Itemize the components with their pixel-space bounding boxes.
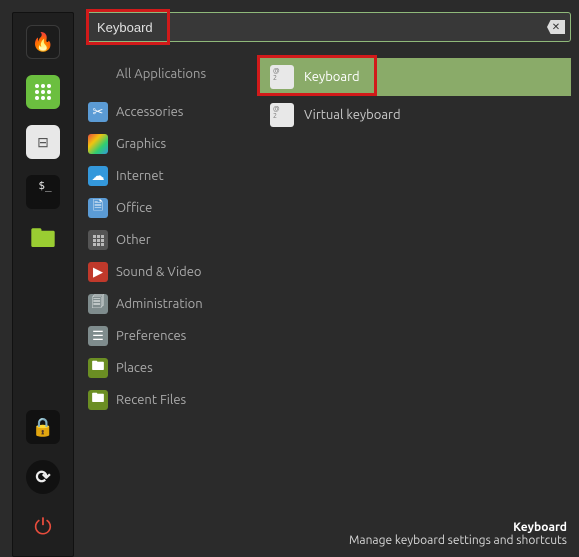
app-menu: 🔥 ⊟ $_ 🖿 🔒 ⟳ ⏻ ✕ All Applications ✂ Acces… [0,0,579,557]
recent-folder-icon: 🖿 [88,390,108,410]
search-input[interactable] [86,12,571,42]
search-wrap: ✕ [86,12,571,42]
disks-icon[interactable]: ⊟ [26,125,60,159]
play-icon: ▶ [88,262,108,282]
tooltip: Keyboard Manage keyboard settings and sh… [349,521,567,547]
category-places[interactable]: 🖿 Places [86,352,246,384]
favorites-sidebar: 🔥 ⊟ $_ 🖿 🔒 ⟳ ⏻ [12,12,74,557]
files-icon[interactable]: 🖿 [26,225,60,259]
category-label: All Applications [116,67,206,81]
main-panel: ✕ All Applications ✂ Accessories Graphics… [86,12,571,557]
keyboard-icon [270,65,294,89]
category-internet[interactable]: ☁ Internet [86,160,246,192]
terminal-icon[interactable]: $_ [26,175,60,209]
lock-icon[interactable]: 🔒 [26,410,60,444]
category-label: Graphics [116,137,166,151]
result-keyboard[interactable]: Keyboard [260,58,571,96]
scissors-icon: ✂ [88,102,108,122]
category-label: Internet [116,169,164,183]
tooltip-description: Manage keyboard settings and shortcuts [349,534,567,547]
results-list: Keyboard Virtual keyboard [260,58,571,557]
cloud-icon: ☁ [88,166,108,186]
result-label: Keyboard [304,70,360,84]
document-icon: 🗎 [88,198,108,218]
category-label: Accessories [116,105,183,119]
category-label: Sound & Video [116,265,202,279]
category-graphics[interactable]: Graphics [86,128,246,160]
category-label: Other [116,233,151,247]
category-preferences[interactable]: ☰ Preferences [86,320,246,352]
category-label: Preferences [116,329,186,343]
category-other[interactable]: Other [86,224,246,256]
category-label: Administration [116,297,203,311]
result-label: Virtual keyboard [304,108,401,122]
preferences-icon: ☰ [88,326,108,346]
all-apps-icon[interactable] [26,75,60,109]
category-administration[interactable]: 🗐 Administration [86,288,246,320]
firefox-icon[interactable]: 🔥 [26,25,60,59]
update-icon[interactable]: ⟳ [26,460,60,494]
category-label: Office [116,201,152,215]
category-office[interactable]: 🗎 Office [86,192,246,224]
power-icon[interactable]: ⏻ [26,510,60,544]
category-sound[interactable]: ▶ Sound & Video [86,256,246,288]
category-recent[interactable]: 🖿 Recent Files [86,384,246,416]
graphics-icon [88,134,108,154]
categories-list: All Applications ✂ Accessories Graphics ☁… [86,58,246,557]
category-accessories[interactable]: ✂ Accessories [86,96,246,128]
grid-icon [88,230,108,250]
clear-search-icon[interactable]: ✕ [547,20,565,34]
result-virtual-keyboard[interactable]: Virtual keyboard [260,96,571,134]
category-label: Recent Files [116,393,186,407]
category-label: Places [116,361,153,375]
tooltip-title: Keyboard [349,521,567,534]
folder-icon: 🖿 [88,358,108,378]
keyboard-icon [270,103,294,127]
category-all[interactable]: All Applications [86,58,246,90]
admin-icon: 🗐 [88,294,108,314]
